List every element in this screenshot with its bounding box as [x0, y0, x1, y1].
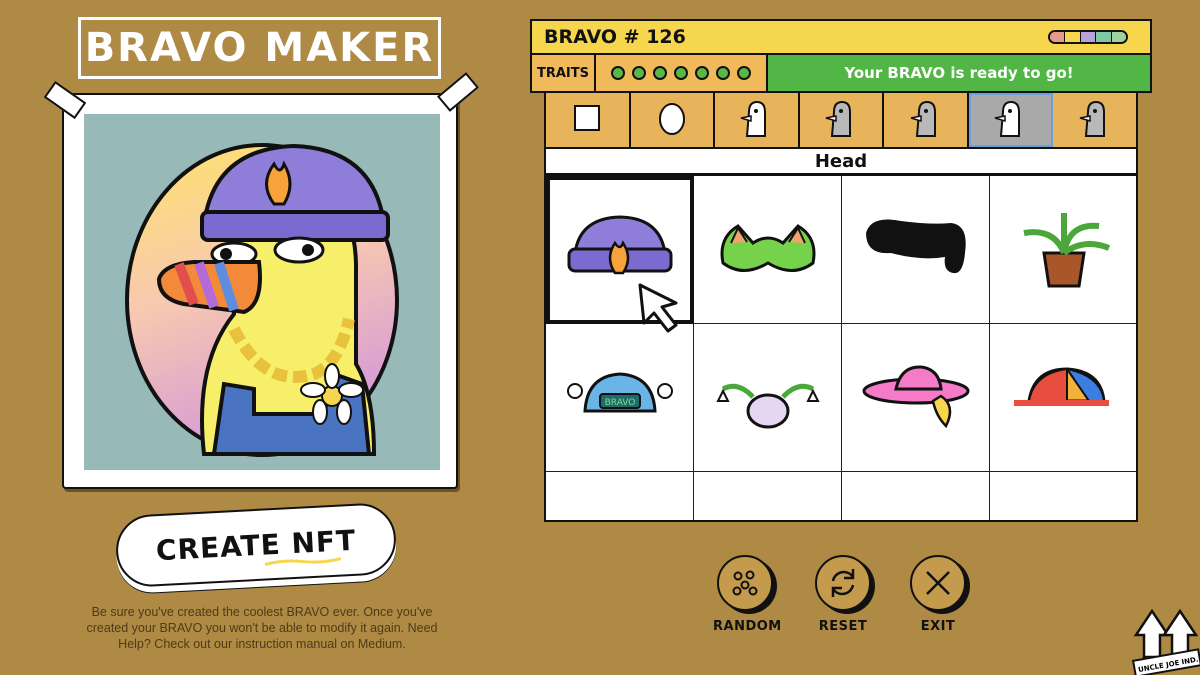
trait-grid: BRAVO	[546, 176, 1136, 520]
trait-category-tabs	[544, 93, 1138, 149]
trait-item[interactable]	[842, 176, 990, 324]
random-button[interactable]: RANDOM	[713, 555, 782, 634]
tab-bird-gray[interactable]	[884, 93, 969, 147]
square-icon	[573, 104, 601, 136]
bird-gray-head-icon	[993, 98, 1027, 142]
refresh-icon	[815, 555, 871, 611]
bird-gray-icon	[1078, 98, 1112, 142]
trait-dot	[716, 66, 730, 80]
purple-beanie-icon	[565, 213, 675, 287]
reset-button[interactable]: RESET	[811, 555, 875, 634]
tab-egg[interactable]	[631, 93, 716, 147]
color-progress-bar	[1048, 30, 1128, 44]
robot-cap-icon: BRAVO	[565, 366, 675, 430]
traits-row: TRAITS Your BRAVO is ready to go!	[530, 53, 1152, 93]
trait-item[interactable]	[842, 472, 990, 520]
bird-gray-icon	[909, 98, 943, 142]
app-title-box: BRAVO MAKER	[78, 17, 441, 79]
progress-segment	[1095, 32, 1111, 42]
progress-segment	[1110, 32, 1126, 42]
trait-item[interactable]	[546, 472, 694, 520]
trait-item[interactable]	[694, 324, 842, 472]
nft-preview-image	[84, 114, 440, 470]
trait-item[interactable]	[546, 176, 694, 333]
trait-dot	[695, 66, 709, 80]
tab-square[interactable]	[546, 93, 631, 147]
trait-item[interactable]	[694, 472, 842, 520]
tab-bird-white[interactable]	[715, 93, 800, 147]
svg-text:BRAVO: BRAVO	[604, 398, 635, 408]
pink-sun-hat-icon	[861, 361, 971, 435]
trait-grid-scroll[interactable]: BRAVO	[544, 174, 1138, 522]
trait-item[interactable]	[694, 176, 842, 324]
progress-segment	[1064, 32, 1080, 42]
exit-button[interactable]: EXIT	[906, 555, 970, 634]
trait-dot	[611, 66, 625, 80]
trait-editor-panel: BRAVO # 126 TRAITS Your BRAVO is ready t…	[530, 19, 1152, 522]
exit-label: EXIT	[920, 619, 956, 634]
reset-label: RESET	[818, 619, 868, 634]
tab-bird-gray-head[interactable]	[968, 93, 1054, 147]
trait-dot	[632, 66, 646, 80]
cat-ears-leaves-icon	[713, 218, 823, 282]
nft-preview-card	[62, 93, 458, 489]
trait-item[interactable]	[990, 472, 1136, 520]
app-title: BRAVO MAKER	[84, 25, 435, 71]
black-hair-icon	[861, 213, 971, 287]
trait-dot	[674, 66, 688, 80]
progress-segment	[1050, 32, 1065, 42]
uncle-joe-industries-logo: UNCLE JOE IND.	[1130, 605, 1200, 675]
traits-label: TRAITS	[532, 55, 596, 91]
category-label: Head	[544, 149, 1138, 175]
bravo-header: BRAVO # 126	[530, 19, 1152, 55]
ready-status: Your BRAVO is ready to go!	[768, 55, 1150, 91]
egg-icon	[658, 101, 686, 139]
progress-segment	[1079, 32, 1096, 42]
flower-pot-icon	[713, 361, 823, 435]
trait-dots	[596, 55, 768, 91]
tab-bird-gray[interactable]	[800, 93, 885, 147]
trait-item[interactable]	[990, 176, 1136, 324]
propeller-cap-icon	[1009, 361, 1119, 435]
dice-icon	[717, 555, 773, 611]
bird-gray-icon	[824, 98, 858, 142]
tab-bird-gray[interactable]	[1053, 93, 1136, 147]
close-icon	[910, 555, 966, 611]
trait-item[interactable]: BRAVO	[546, 324, 694, 472]
bird-white-icon	[739, 98, 773, 142]
potted-plant-icon	[1014, 208, 1114, 292]
create-notice: Be sure you've created the coolest BRAVO…	[86, 605, 438, 651]
create-nft-button[interactable]: CREATE NFT	[114, 501, 398, 589]
trait-item[interactable]	[990, 324, 1136, 472]
random-label: RANDOM	[713, 619, 782, 634]
trait-item[interactable]	[842, 324, 990, 472]
trait-dot	[653, 66, 667, 80]
trait-dot	[737, 66, 751, 80]
bravo-id: BRAVO # 126	[544, 26, 686, 48]
